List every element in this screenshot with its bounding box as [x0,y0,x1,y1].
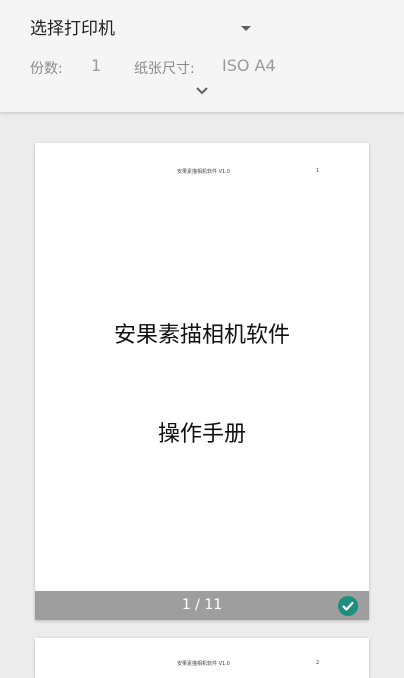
printer-select-label: 选择打印机 [30,19,115,39]
print-options-bar: 选择打印机 份数: 1 纸张尺寸: ISO A4 [0,0,404,112]
expand-chevron-icon[interactable] [195,86,209,96]
printer-select-dropdown[interactable]: 选择打印机 [30,17,255,43]
page-counter: 1 / 11 [181,597,223,613]
dropdown-arrow-icon [241,26,251,31]
copies-value[interactable]: 1 [91,56,101,75]
page-running-number: 1 [316,168,320,174]
page-running-header: 安果素描相机软件 V1.0 [177,661,230,667]
page-footer-bar: 1 / 11 [35,591,369,620]
page-selected-check-icon[interactable] [338,596,358,616]
document-title: 安果素描相机软件 [113,323,290,348]
preview-page[interactable]: 安果素描相机软件 V1.0 2 [35,638,369,678]
document-subtitle: 操作手册 [157,422,246,447]
paper-size-label: 纸张尺寸: [134,61,195,77]
print-preview-area: 安果素描相机软件 V1.0 1 安果素描相机软件 操作手册 1 / 11 安果素… [0,112,404,678]
print-settings-summary: 份数: 1 纸张尺寸: ISO A4 [30,56,330,78]
paper-size-value[interactable]: ISO A4 [222,56,276,75]
page-running-number: 2 [316,660,320,666]
copies-label: 份数: [30,61,63,77]
page-running-header: 安果素描相机软件 V1.0 [177,169,230,175]
preview-page[interactable]: 安果素描相机软件 V1.0 1 安果素描相机软件 操作手册 1 / 11 [35,143,369,620]
